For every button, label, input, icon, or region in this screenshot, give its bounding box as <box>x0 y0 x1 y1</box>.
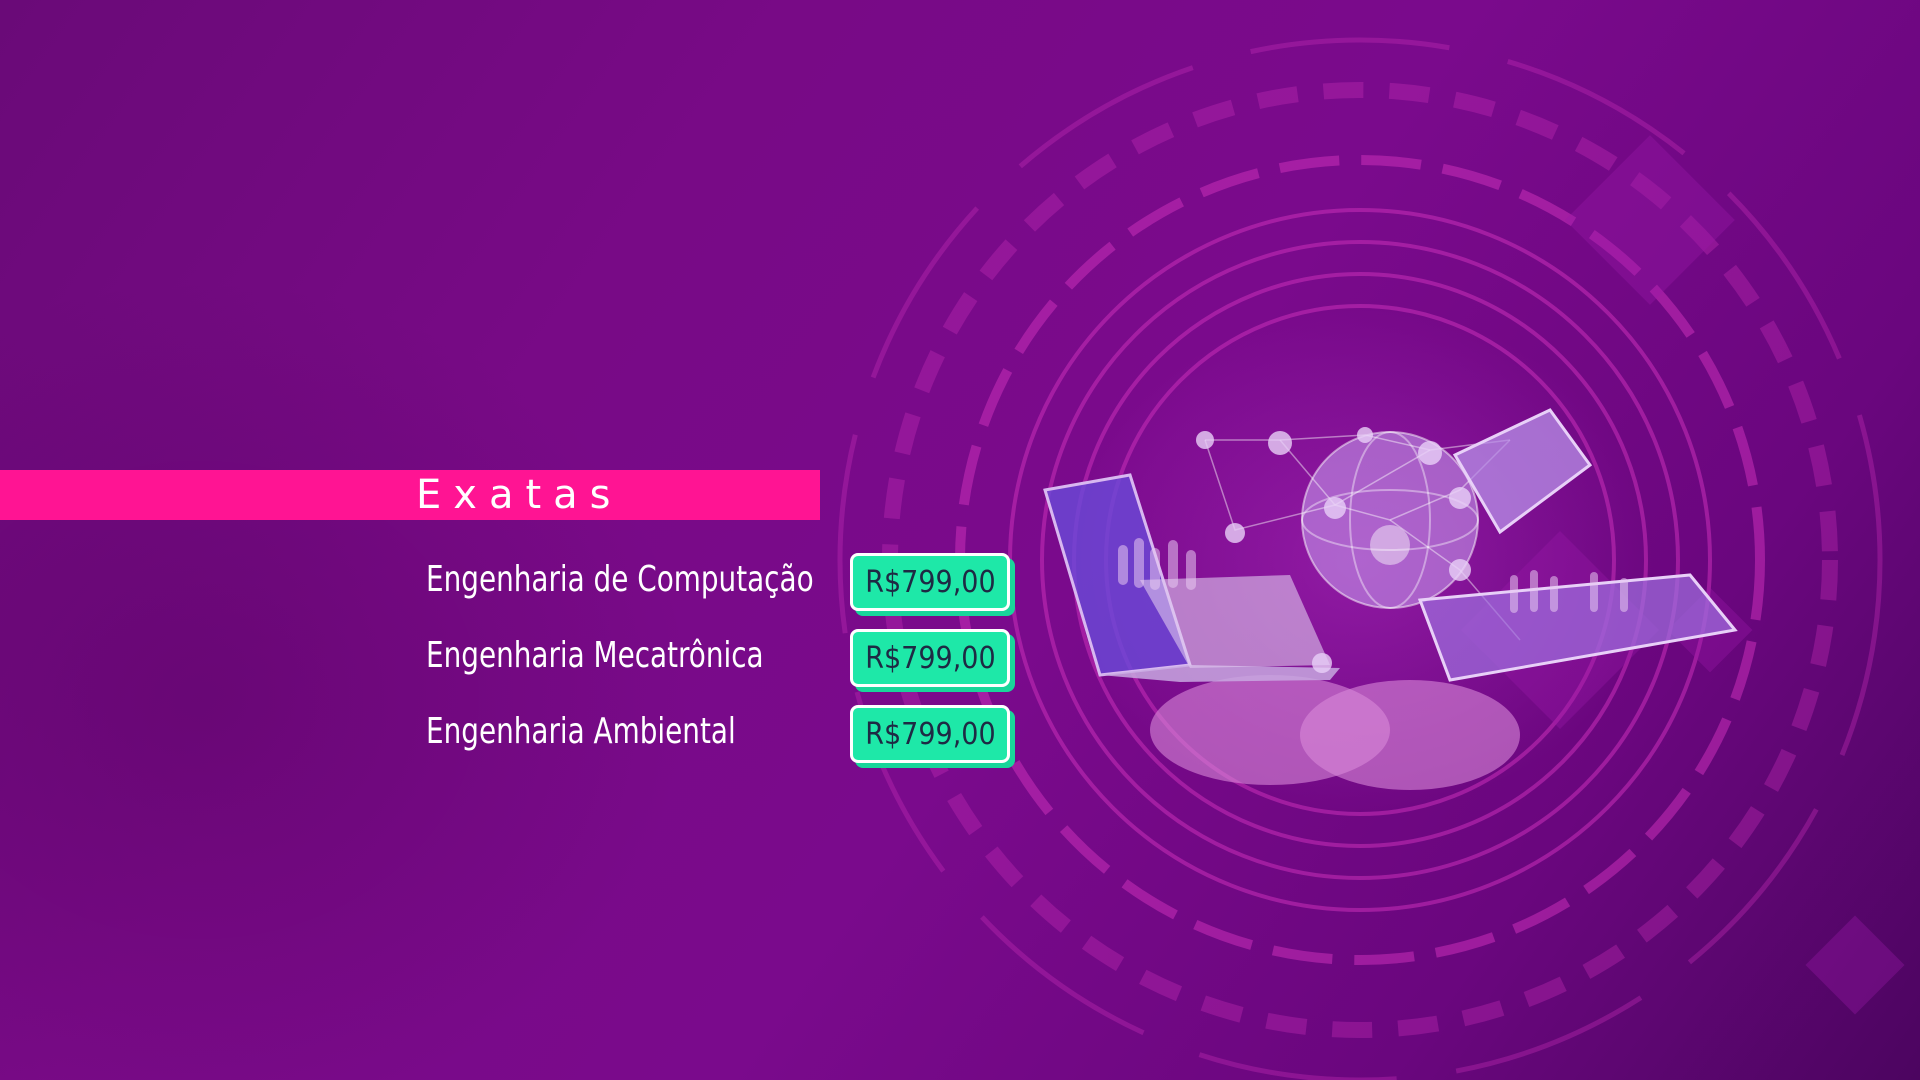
price-tag[interactable]: R$799,00 <box>850 705 1010 763</box>
course-row: Engenharia Mecatrônica R$799,00 <box>426 629 1026 691</box>
course-row: Engenharia Ambiental R$799,00 <box>426 705 1026 767</box>
category-banner <box>0 470 820 520</box>
course-row: Engenharia de Computação R$799,00 <box>426 553 1026 615</box>
course-name: Engenharia Mecatrônica <box>426 635 764 676</box>
technology-background-illustration <box>837 37 1905 1080</box>
price-tag[interactable]: R$799,00 <box>850 629 1010 687</box>
price-label: R$799,00 <box>864 564 996 600</box>
category-title: Exatas <box>416 472 623 518</box>
course-name: Engenharia Ambiental <box>426 711 736 752</box>
price-label: R$799,00 <box>864 640 996 676</box>
price-label: R$799,00 <box>864 716 996 752</box>
course-name: Engenharia de Computação <box>426 559 814 600</box>
price-tag[interactable]: R$799,00 <box>850 553 1010 611</box>
